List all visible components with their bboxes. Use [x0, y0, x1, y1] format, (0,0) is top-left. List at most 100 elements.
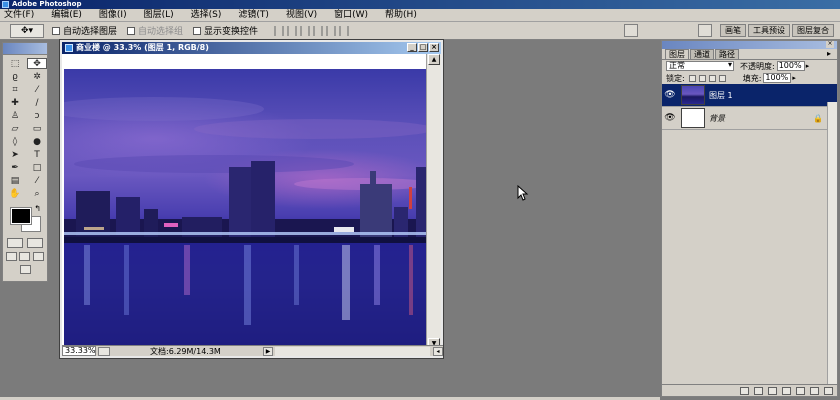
slice-tool-icon[interactable]: ⁄: [27, 84, 47, 95]
palette-close-icon[interactable]: ×: [826, 41, 834, 48]
blend-mode-select[interactable]: 正常: [666, 61, 734, 71]
new-group-icon[interactable]: [796, 386, 805, 395]
type-tool-icon[interactable]: T: [27, 149, 47, 160]
clone-stamp-tool-icon[interactable]: ♙: [5, 110, 25, 121]
layer-row-background[interactable]: 👁 背景 🔒: [662, 107, 837, 130]
tab-layers[interactable]: 图层: [665, 49, 689, 59]
layers-scrollbar[interactable]: [827, 102, 837, 384]
link-layers-icon[interactable]: [740, 386, 749, 395]
hand-tool-icon[interactable]: ✋: [5, 188, 25, 199]
lasso-tool-icon[interactable]: ϱ: [5, 71, 25, 82]
move-tool-icon[interactable]: ✥: [27, 58, 47, 69]
dock-tab-brushes[interactable]: 画笔: [720, 24, 746, 37]
lock-transparent-icon[interactable]: [688, 74, 696, 82]
jump-to-imageready-icon[interactable]: [19, 265, 31, 274]
lock-all-icon[interactable]: [718, 74, 726, 82]
menu-window[interactable]: 窗口(W): [334, 9, 368, 22]
close-icon[interactable]: ×: [429, 43, 439, 52]
auto-select-group-option[interactable]: 自动选择组: [127, 24, 183, 37]
tab-paths[interactable]: 路径: [715, 49, 739, 59]
layer-row-layer1[interactable]: 👁 图层 1: [662, 84, 837, 107]
status-menu-icon[interactable]: ▶: [263, 346, 273, 356]
align-middle-icon[interactable]: [287, 25, 298, 36]
zoom-field[interactable]: 33.33%: [62, 346, 96, 356]
eyedropper-tool-icon[interactable]: ⁄: [27, 175, 47, 186]
dock-tab-tool-presets[interactable]: 工具预设: [748, 24, 790, 37]
palette-menu-icon[interactable]: ▸: [824, 49, 834, 59]
visibility-eye-icon[interactable]: 👁: [662, 113, 678, 123]
pen-tool-icon[interactable]: ✒: [5, 162, 25, 173]
canvas-area[interactable]: [62, 54, 428, 349]
fill-slider-icon[interactable]: ▸: [792, 74, 796, 82]
visibility-eye-icon[interactable]: 👁: [662, 90, 678, 100]
lock-position-icon[interactable]: [708, 74, 716, 82]
new-layer-icon[interactable]: [810, 386, 819, 395]
menu-filter[interactable]: 滤镜(T): [238, 9, 269, 22]
city-night-photo[interactable]: [64, 69, 428, 349]
auto-select-group-checkbox[interactable]: [127, 26, 136, 35]
palette-toggle-icon[interactable]: [698, 24, 712, 37]
menu-edit[interactable]: 编辑(E): [51, 9, 82, 22]
layer-style-icon[interactable]: [754, 386, 763, 395]
blur-tool-icon[interactable]: ◊: [5, 136, 25, 147]
show-transform-option[interactable]: 显示变换控件: [193, 24, 258, 37]
full-screen-menu-mode-icon[interactable]: [19, 252, 31, 261]
path-selection-tool-icon[interactable]: ➤: [5, 149, 25, 160]
horizontal-scrollbar[interactable]: [275, 346, 430, 356]
fill-input[interactable]: 100%: [763, 73, 792, 83]
document-title-bar[interactable]: 商业楼 @ 33.3% (图层 1, RGB/8) _ □ ×: [62, 42, 441, 54]
vertical-scrollbar[interactable]: ▲ ▼: [426, 54, 441, 349]
foreground-color-swatch[interactable]: [10, 207, 32, 225]
marquee-tool-icon[interactable]: ⬚: [5, 58, 25, 69]
tab-channels[interactable]: 通道: [690, 49, 714, 59]
align-left-icon[interactable]: [313, 25, 324, 36]
minimize-icon[interactable]: _: [407, 43, 417, 52]
tool-preset-picker[interactable]: ✥▾: [10, 23, 44, 38]
align-center-icon[interactable]: [326, 25, 337, 36]
navigator-icon[interactable]: [98, 346, 110, 356]
layer-name[interactable]: 图层 1: [709, 90, 733, 101]
add-mask-icon[interactable]: [768, 386, 777, 395]
magic-wand-tool-icon[interactable]: ✲: [27, 71, 47, 82]
layer-name[interactable]: 背景: [709, 113, 725, 124]
menu-view[interactable]: 视图(V): [286, 9, 317, 22]
notes-tool-icon[interactable]: ▤: [5, 175, 25, 186]
healing-brush-tool-icon[interactable]: ✚: [5, 97, 25, 108]
full-screen-mode-icon[interactable]: [32, 252, 44, 261]
standard-mode-icon[interactable]: [7, 238, 23, 248]
standard-screen-mode-icon[interactable]: [6, 252, 18, 261]
align-right-icon[interactable]: [339, 25, 350, 36]
adjustment-layer-icon[interactable]: [782, 386, 791, 395]
scroll-up-icon[interactable]: ▲: [428, 54, 440, 65]
opacity-slider-icon[interactable]: ▸: [806, 62, 810, 70]
history-brush-tool-icon[interactable]: ↄ: [27, 110, 47, 121]
auto-select-layer-checkbox[interactable]: [52, 26, 60, 35]
opacity-input[interactable]: 100%: [776, 61, 805, 71]
lock-image-icon[interactable]: [698, 74, 706, 82]
menu-image[interactable]: 图像(I): [99, 9, 127, 22]
show-transform-checkbox[interactable]: [193, 26, 202, 35]
brush-tool-icon[interactable]: ∕: [27, 97, 47, 108]
crop-tool-icon[interactable]: ⌗: [5, 84, 25, 95]
toolbox-header[interactable]: [3, 43, 47, 55]
scroll-right-icon[interactable]: ◂: [433, 346, 443, 356]
quick-mask-mode-icon[interactable]: [27, 238, 43, 248]
menu-help[interactable]: 帮助(H): [385, 9, 417, 22]
delete-layer-icon[interactable]: [824, 386, 833, 395]
maximize-icon[interactable]: □: [418, 43, 428, 52]
swap-colors-icon[interactable]: ↰: [34, 204, 41, 213]
shape-tool-icon[interactable]: □: [27, 162, 47, 173]
gradient-tool-icon[interactable]: ▭: [27, 123, 47, 134]
menu-file[interactable]: 文件(F): [4, 9, 34, 22]
align-top-icon[interactable]: [274, 25, 285, 36]
dodge-tool-icon[interactable]: ●: [27, 136, 47, 147]
layers-palette-header[interactable]: ×: [662, 41, 837, 49]
dock-tab-layer-comps[interactable]: 图层复合: [792, 24, 834, 37]
zoom-tool-icon[interactable]: ⌕: [27, 188, 47, 199]
menu-select[interactable]: 选择(S): [191, 9, 222, 22]
align-bottom-icon[interactable]: [300, 25, 311, 36]
eraser-tool-icon[interactable]: ▱: [5, 123, 25, 134]
menu-layer[interactable]: 图层(L): [144, 9, 174, 22]
auto-select-layer-option[interactable]: 自动选择图层: [52, 24, 117, 37]
palette-well-icon[interactable]: [624, 24, 638, 37]
